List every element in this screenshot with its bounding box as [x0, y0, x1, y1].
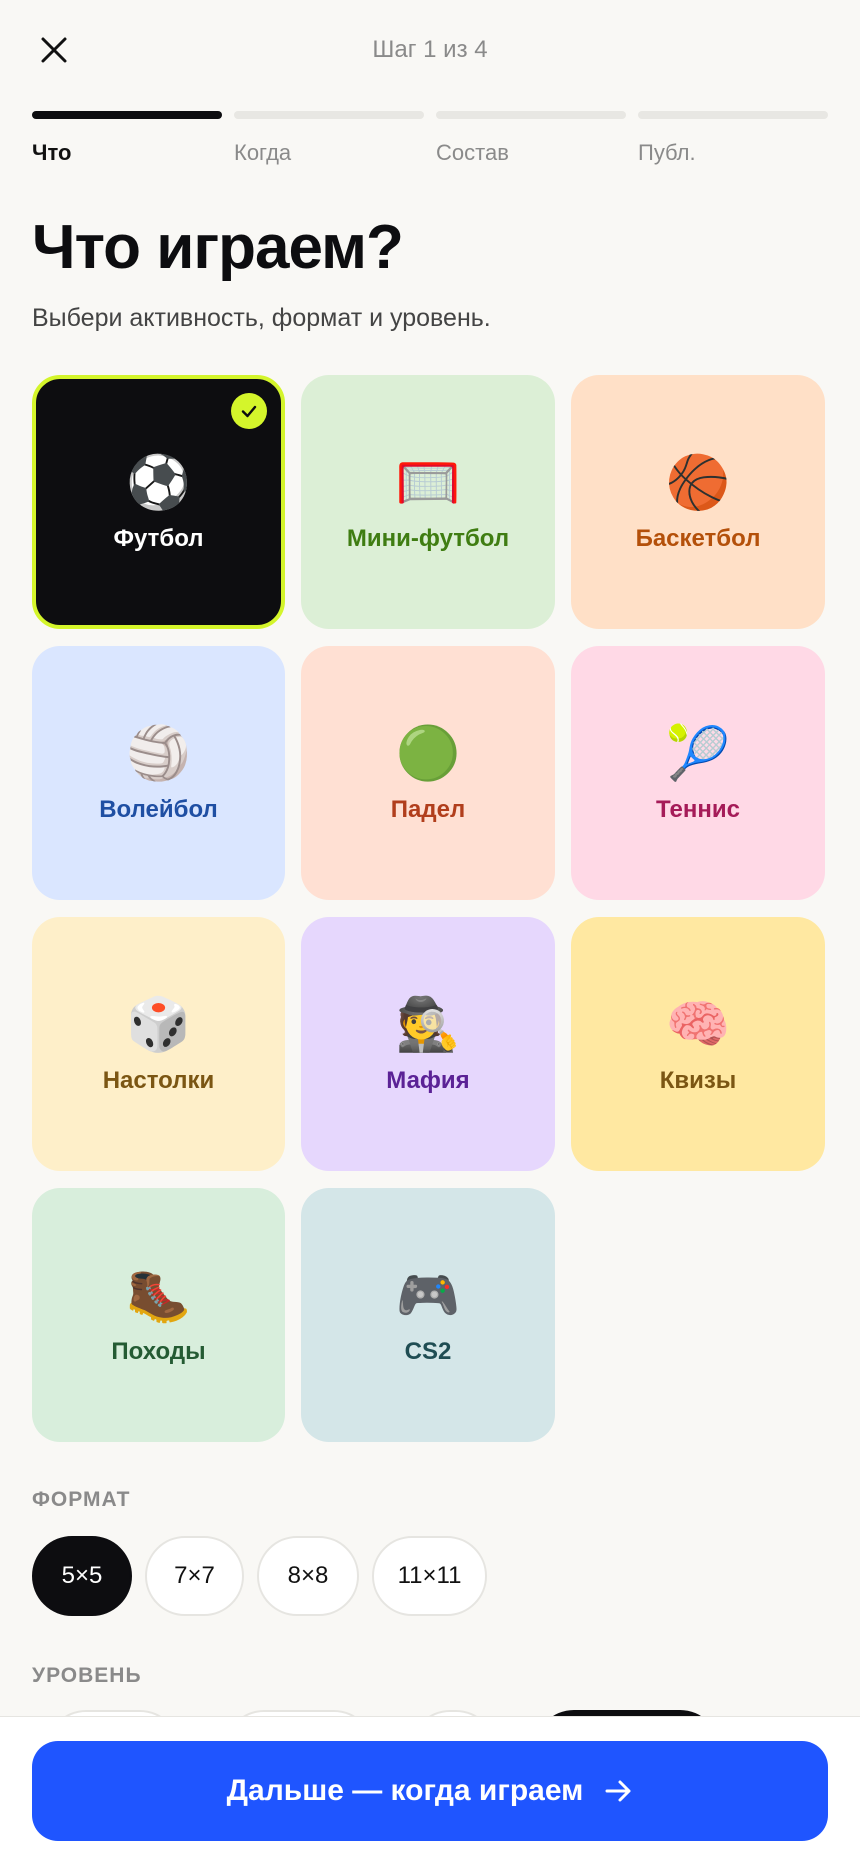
format-chip-7x7[interactable]: 7×7 [145, 1536, 244, 1616]
activity-label: Походы [111, 1338, 206, 1365]
activity-tile-mini-football[interactable]: 🥅 Мини-футбол [301, 375, 555, 629]
page-subtitle: Выбери активность, формат и уровень. [32, 304, 491, 332]
format-chips: 5×5 7×7 8×8 11×11 [32, 1536, 487, 1616]
padel-icon: 🟢 [395, 724, 461, 784]
activity-label: Баскетбол [635, 525, 761, 552]
mafia-icon: 🕵 [395, 995, 461, 1055]
activity-label: Квизы [659, 1067, 737, 1094]
activity-label: Волейбол [99, 796, 218, 823]
activity-label: CS2 [404, 1338, 452, 1365]
activity-label: Падел [390, 796, 466, 823]
quizzes-icon: 🧠 [665, 995, 731, 1055]
activity-label: Теннис [656, 796, 740, 823]
football-icon: ⚽ [126, 453, 191, 513]
hiking-icon: 🥾 [126, 1266, 191, 1326]
activity-tile-padel[interactable]: 🟢 Падел [301, 646, 555, 900]
activity-tile-mafia[interactable]: 🕵 Мафия [301, 917, 555, 1171]
format-chip-5x5[interactable]: 5×5 [32, 1536, 132, 1616]
activity-tile-quizzes[interactable]: 🧠 Квизы [571, 917, 825, 1171]
progress-segment-4 [638, 111, 828, 119]
page-title: Что играем? [32, 213, 404, 282]
activity-tile-volleyball[interactable]: 🏐 Волейбол [32, 646, 285, 900]
top-bar: Шаг 1 из 4 [0, 0, 860, 100]
format-chip-8x8[interactable]: 8×8 [257, 1536, 359, 1616]
activity-label: Мафия [386, 1067, 470, 1094]
progress-segment-1 [32, 111, 222, 119]
activity-tile-cs2[interactable]: 🎮 CS2 [301, 1188, 555, 1442]
volleyball-icon: 🏐 [126, 724, 191, 784]
step-tab-publish[interactable]: Публ. [638, 140, 828, 166]
basketball-icon: 🏀 [665, 453, 731, 513]
activity-label: Футбол [113, 525, 204, 552]
board-games-icon: 🎲 [126, 995, 191, 1055]
activity-tile-basketball[interactable]: 🏀 Баскетбол [571, 375, 825, 629]
next-button[interactable]: Дальше — когда играем [32, 1741, 828, 1841]
format-section-label: ФОРМАТ [32, 1488, 131, 1511]
step-tab-when[interactable]: Когда [234, 140, 424, 166]
activity-grid: ⚽ Футбол 🥅 Мини-футбол 🏀 Баскетбол 🏐 Волейбол 🟢 П… [32, 375, 829, 1442]
step-progress [32, 111, 828, 119]
activity-tile-football[interactable]: ⚽ Футбол [32, 375, 285, 629]
step-tab-roster[interactable]: Состав [436, 140, 626, 166]
progress-segment-3 [436, 111, 626, 119]
check-icon [231, 393, 267, 429]
activity-tile-tennis[interactable]: 🎾 Теннис [571, 646, 825, 900]
tennis-icon: 🎾 [665, 724, 731, 784]
mini-football-icon: 🥅 [395, 453, 461, 513]
arrow-right-icon [605, 1780, 631, 1802]
step-names: Что Когда Состав Публ. [32, 140, 828, 166]
activity-tile-board-games[interactable]: 🎲 Настолки [32, 917, 285, 1171]
progress-segment-2 [234, 111, 424, 119]
next-button-label: Дальше — когда играем [226, 1774, 584, 1807]
format-chip-11x11[interactable]: 11×11 [372, 1536, 487, 1616]
activity-label: Настолки [102, 1067, 215, 1094]
step-counter: Шаг 1 из 4 [372, 36, 488, 63]
step-tab-what[interactable]: Что [32, 140, 222, 166]
activity-label: Мини-футбол [346, 525, 510, 552]
activity-tile-hiking[interactable]: 🥾 Походы [32, 1188, 285, 1442]
cs2-icon: 🎮 [395, 1266, 461, 1326]
level-section-label: УРОВЕНЬ [32, 1664, 142, 1687]
